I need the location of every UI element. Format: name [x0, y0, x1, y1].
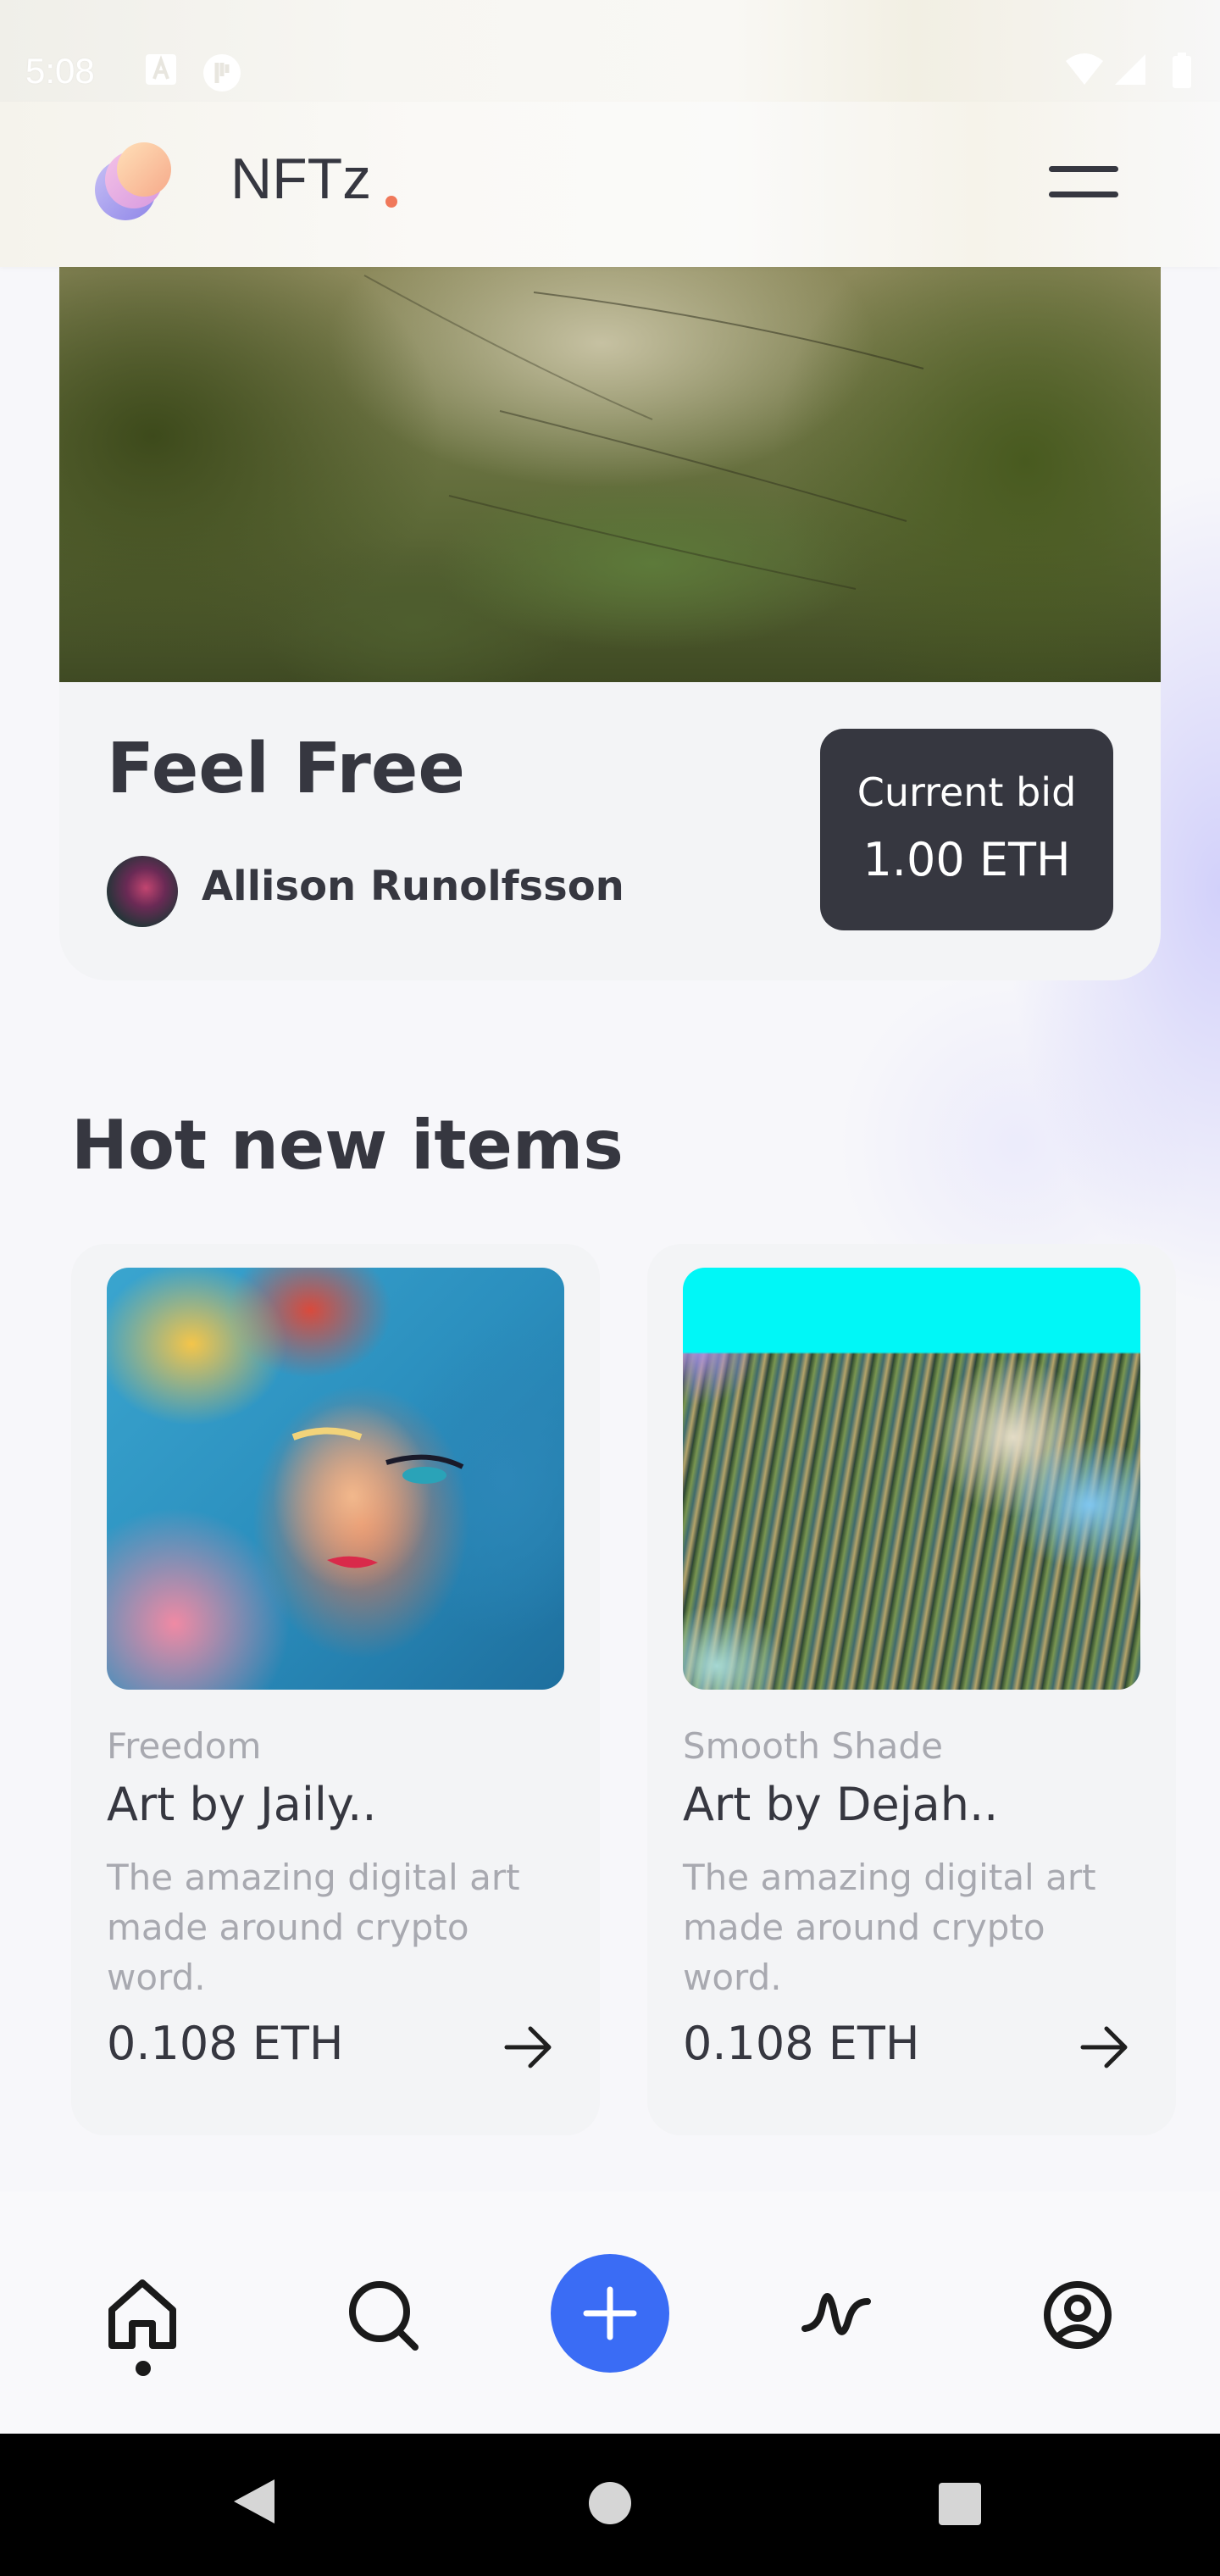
item-image[interactable]	[107, 1268, 564, 1690]
app-notification-icon	[203, 54, 241, 92]
hamburger-menu-icon[interactable]	[1049, 161, 1125, 203]
home-icon[interactable]	[103, 2276, 181, 2354]
app-header	[0, 102, 1220, 267]
active-indicator-dot	[136, 2361, 151, 2376]
activity-icon[interactable]	[800, 2276, 878, 2354]
search-icon[interactable]	[344, 2276, 422, 2354]
a-notification-icon	[146, 54, 176, 85]
section-title: Hot new items	[71, 1106, 624, 1185]
profile-icon[interactable]	[1039, 2276, 1117, 2354]
featured-image[interactable]	[59, 267, 1161, 682]
item-price: 0.108 ETH	[683, 2017, 920, 2070]
featured-author[interactable]: Allison Runolfsson	[202, 863, 624, 910]
recents-icon[interactable]	[937, 2481, 983, 2527]
item-image[interactable]	[683, 1268, 1140, 1690]
item-card[interactable]: Freedom Art by Jaily.. The amazing digit…	[71, 1244, 600, 2135]
item-title[interactable]: Art by Jaily..	[107, 1778, 377, 1831]
item-description: The amazing digital art made around cryp…	[107, 1857, 520, 1998]
battery-icon	[1173, 53, 1191, 88]
author-avatar[interactable]	[107, 856, 178, 927]
arrow-right-icon[interactable]	[502, 2020, 556, 2074]
home-circle-icon[interactable]	[588, 2481, 632, 2525]
featured-card[interactable]: Feel Free Allison Runolfsson Current bid…	[59, 267, 1161, 980]
item-title[interactable]: Art by Dejah..	[683, 1778, 998, 1831]
item-description: The amazing digital art made around cryp…	[683, 1857, 1096, 1998]
bid-value: 1.00 ETH	[862, 833, 1071, 886]
add-icon	[583, 2286, 637, 2340]
item-card[interactable]: Smooth Shade Art by Dejah.. The amazing …	[647, 1244, 1176, 2135]
artwork-illustration	[291, 1427, 464, 1568]
wifi-icon	[1066, 53, 1103, 85]
status-time: 5:08	[25, 51, 95, 91]
item-price: 0.108 ETH	[107, 2017, 344, 2070]
brand-dot	[385, 196, 397, 208]
signal-icon	[1115, 54, 1145, 85]
item-category: Freedom	[107, 1725, 262, 1767]
arrow-right-icon[interactable]	[1078, 2020, 1132, 2074]
featured-title: Feel Free	[107, 729, 466, 809]
item-category: Smooth Shade	[683, 1725, 943, 1767]
power-lines	[363, 275, 924, 590]
system-navigation-bar	[0, 2434, 1220, 2576]
back-icon[interactable]	[230, 2476, 278, 2527]
nftz-logo-icon[interactable]	[88, 136, 178, 225]
current-bid-box[interactable]: Current bid 1.00 ETH	[820, 729, 1113, 930]
brand-name: NFTz	[230, 147, 372, 211]
add-button[interactable]	[551, 2254, 669, 2373]
bid-label: Current bid	[857, 769, 1077, 815]
